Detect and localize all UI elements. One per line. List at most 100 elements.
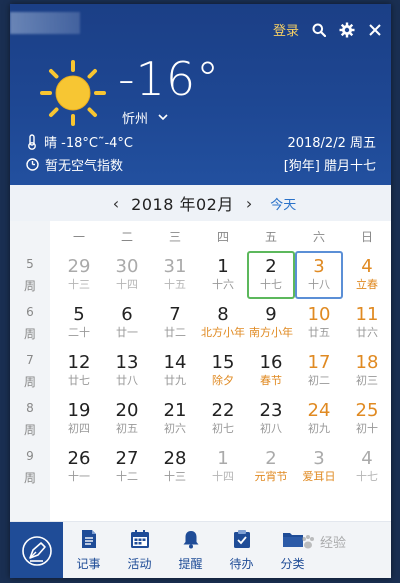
month-label[interactable]: 2018 年02月 <box>127 191 238 215</box>
toolbar-item-label: 分类 <box>280 557 305 571</box>
lunar-day: 爱耳日 <box>302 470 336 483</box>
paw-watermark-icon <box>302 534 314 548</box>
day-cell-selected[interactable]: 3 十八 <box>295 251 343 299</box>
day-number: 2 <box>265 256 277 277</box>
week-unit: 周 <box>23 327 36 341</box>
day-cell[interactable]: 13 廿八 <box>103 347 151 395</box>
search-icon[interactable] <box>311 22 327 38</box>
day-cell[interactable]: 4 十七 <box>343 443 391 491</box>
lunar-day: 初四 <box>68 422 90 435</box>
lunar-day: 十二 <box>116 470 138 483</box>
lunar-day: 初十 <box>356 422 378 435</box>
day-cell[interactable]: 10 廿五 <box>295 299 343 347</box>
month-navigation: ‹ 2018 年02月 › 今天 <box>10 185 391 221</box>
day-number: 19 <box>67 400 91 421</box>
day-cell[interactable]: 4 立春 <box>343 251 391 299</box>
air-quality-icon <box>26 158 39 171</box>
day-cell[interactable]: 3 爱耳日 <box>295 443 343 491</box>
day-number: 3 <box>313 256 325 277</box>
lunar-day: 初六 <box>164 422 186 435</box>
today-button[interactable]: 今天 <box>270 194 296 213</box>
day-number: 25 <box>355 400 379 421</box>
day-cell[interactable]: 9 南方小年 <box>247 299 295 347</box>
day-cell[interactable]: 11 廿六 <box>343 299 391 347</box>
day-number: 10 <box>307 304 331 325</box>
lunar-day: 初三 <box>356 374 378 387</box>
lunar-day: 廿七 <box>68 374 90 387</box>
day-cell[interactable]: 1 十六 <box>199 251 247 299</box>
week-number-value: 5 <box>26 257 34 271</box>
lunar-day: 十四 <box>212 470 234 483</box>
day-cell[interactable]: 22 初七 <box>199 395 247 443</box>
prev-month-button[interactable]: ‹ <box>105 194 127 213</box>
day-cell[interactable]: 27 十二 <box>103 443 151 491</box>
weekday-header: 日 <box>360 230 373 244</box>
day-cell[interactable]: 5 二十 <box>55 299 103 347</box>
bell-icon <box>181 529 201 552</box>
day-number: 7 <box>169 304 181 325</box>
toolbar-item-0[interactable]: 记事 <box>63 522 114 578</box>
city-selector[interactable]: 忻州 <box>122 108 168 127</box>
day-cell[interactable]: 20 初五 <box>103 395 151 443</box>
day-cell[interactable]: 15 除夕 <box>199 347 247 395</box>
week-number: 9周 <box>10 445 50 489</box>
lunar-day: 十八 <box>308 278 330 291</box>
day-cell[interactable]: 18 初三 <box>343 347 391 395</box>
lunar-day: 立春 <box>356 278 378 291</box>
day-cell[interactable]: 25 初十 <box>343 395 391 443</box>
day-cell[interactable]: 6 廿一 <box>103 299 151 347</box>
day-cell[interactable]: 12 廿七 <box>55 347 103 395</box>
day-number: 6 <box>121 304 133 325</box>
day-number: 15 <box>211 352 235 373</box>
day-cell[interactable]: 28 十三 <box>151 443 199 491</box>
lunar-day: 除夕 <box>212 374 234 387</box>
weekday-header: 一 <box>72 230 85 244</box>
lunar-day: 春节 <box>260 374 282 387</box>
top-actions: 登录 <box>273 20 383 39</box>
day-cell[interactable]: 30 十四 <box>103 251 151 299</box>
day-cell[interactable]: 16 春节 <box>247 347 295 395</box>
note-icon <box>80 529 98 552</box>
day-cell-today[interactable]: 2 十七 <box>247 251 295 299</box>
gear-icon[interactable] <box>339 22 355 38</box>
lunar-day: 十三 <box>68 278 90 291</box>
day-cell[interactable]: 26 十一 <box>55 443 103 491</box>
app-logo[interactable] <box>10 522 63 578</box>
login-button[interactable]: 登录 <box>273 20 299 39</box>
temperature: -16° <box>118 52 221 106</box>
day-cell[interactable]: 29 十三 <box>55 251 103 299</box>
lunar-day: 十七 <box>356 470 378 483</box>
day-number: 27 <box>115 448 139 469</box>
day-number: 18 <box>355 352 379 373</box>
day-number: 3 <box>313 448 325 469</box>
toolbar-item-3[interactable]: 待办 <box>216 522 267 578</box>
lunar-day: 二十 <box>68 326 90 339</box>
day-cell[interactable]: 14 廿九 <box>151 347 199 395</box>
day-cell[interactable]: 24 初九 <box>295 395 343 443</box>
weekday-header: 四 <box>216 230 229 244</box>
toolbar-item-1[interactable]: 活动 <box>114 522 165 578</box>
lunar-day: 十四 <box>116 278 138 291</box>
lunar-day: 十六 <box>212 278 234 291</box>
day-cell[interactable]: 23 初八 <box>247 395 295 443</box>
day-number: 5 <box>73 304 85 325</box>
day-cell[interactable]: 2 元宵节 <box>247 443 295 491</box>
day-cell[interactable]: 1 十四 <box>199 443 247 491</box>
toolbar-items: 记事 活动 提醒 待办 分类 <box>63 522 318 578</box>
week-number: 5周 <box>10 253 50 297</box>
day-number: 4 <box>361 448 373 469</box>
pen-logo-icon <box>21 535 52 566</box>
toolbar-item-label: 记事 <box>76 557 101 571</box>
week-number-value: 8 <box>26 401 34 415</box>
toolbar-item-label: 待办 <box>229 557 254 571</box>
next-month-button[interactable]: › <box>238 194 260 213</box>
weekday-header: 六 <box>312 230 325 244</box>
day-cell[interactable]: 19 初四 <box>55 395 103 443</box>
day-number: 17 <box>307 352 331 373</box>
day-cell[interactable]: 21 初六 <box>151 395 199 443</box>
city-name: 忻州 <box>122 112 149 127</box>
toolbar-item-2[interactable]: 提醒 <box>165 522 216 578</box>
day-cell[interactable]: 17 初二 <box>295 347 343 395</box>
close-icon[interactable] <box>367 22 383 38</box>
day-cell[interactable]: 31 十五 <box>151 251 199 299</box>
